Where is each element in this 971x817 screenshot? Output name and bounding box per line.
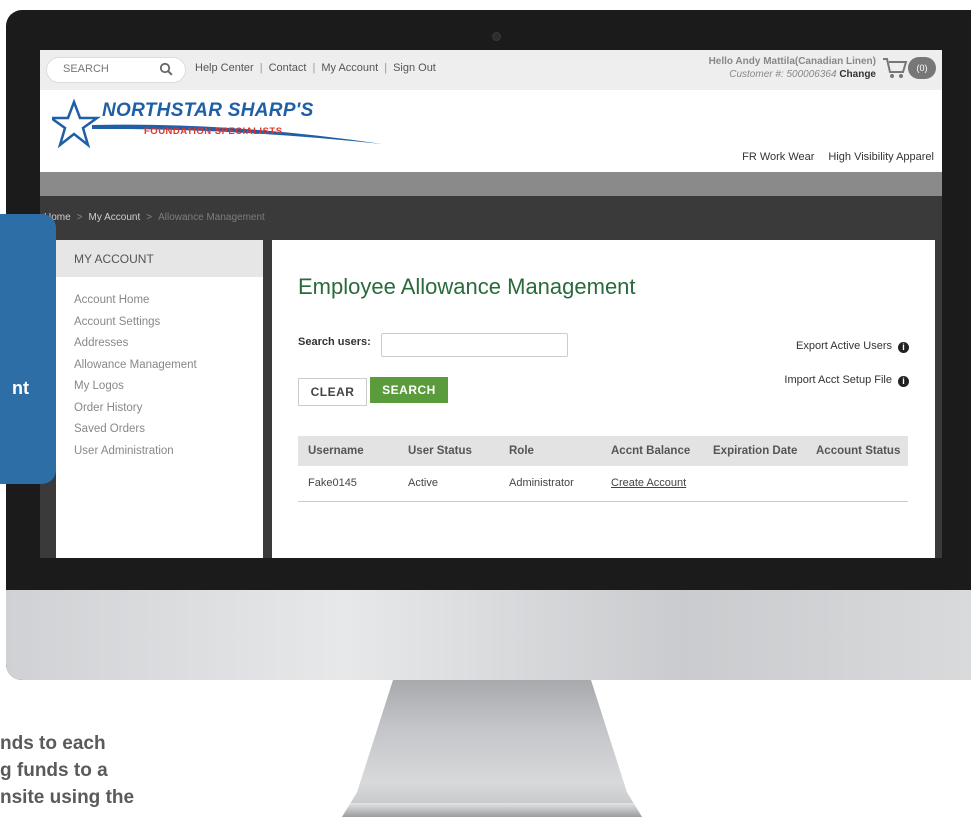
caption-text: nds to each g funds to a nsite using the: [0, 730, 134, 811]
customer-number-line: Customer #: 500006364 Change: [709, 68, 876, 81]
import-acct-setup-label[interactable]: Import Acct Setup File: [784, 374, 892, 386]
monitor-chin: [6, 590, 971, 680]
overlay-callout-panel: [0, 214, 56, 484]
change-customer-link[interactable]: Change: [839, 69, 876, 80]
export-active-users-label[interactable]: Export Active Users: [796, 340, 892, 352]
breadcrumb: Home > My Account > Allowance Management: [44, 212, 265, 223]
caption-line: nsite using the: [0, 787, 135, 808]
sidebar-title: MY ACCOUNT: [56, 240, 263, 277]
top-utility-bar: SEARCH Help Center | Contact | My Account | Si…: [40, 50, 942, 90]
customer-number: 500006364: [786, 69, 837, 80]
brand-name: NORTHSTAR SHARP'S: [102, 100, 314, 121]
link-help-center[interactable]: Help Center: [195, 62, 254, 74]
nav-fr-work-wear[interactable]: FR Work Wear: [742, 151, 814, 163]
sidebar-item-saved-orders[interactable]: Saved Orders: [74, 419, 197, 441]
col-role[interactable]: Role: [509, 445, 534, 457]
cart-count-badge[interactable]: (0): [908, 57, 936, 79]
greeting-text: Hello Andy Mattila(Canadian Linen): [708, 56, 876, 67]
sidebar-item-user-administration[interactable]: User Administration: [74, 441, 197, 463]
link-sign-out[interactable]: Sign Out: [393, 62, 436, 74]
col-accnt-balance[interactable]: Accnt Balance: [611, 445, 690, 457]
table-header: Username User Status Role Accnt Balance …: [298, 436, 908, 466]
import-acct-setup-file[interactable]: Import Acct Setup File i: [784, 374, 909, 387]
user-greeting: Hello Andy Mattila(Canadian Linen) Custo…: [709, 55, 876, 81]
top-links: Help Center | Contact | My Account | Sign Out: [195, 62, 436, 74]
search-icon[interactable]: [159, 62, 173, 76]
search-placeholder: SEARCH: [63, 63, 109, 75]
col-username[interactable]: Username: [308, 445, 364, 457]
col-user-status[interactable]: User Status: [408, 445, 472, 457]
caption-line: g funds to a: [0, 760, 108, 781]
sidebar-item-account-settings[interactable]: Account Settings: [74, 312, 197, 334]
overlay-callout-text: nt: [12, 378, 29, 398]
breadcrumb-chevron-icon: >: [146, 212, 153, 223]
monitor-stand: [342, 680, 642, 817]
brand-tagline: FOUNDATION SPECIALISTS: [144, 126, 283, 137]
breadcrumb-my-account[interactable]: My Account: [89, 212, 141, 223]
main-nav: FR Work Wear High Visibility Apparel: [728, 151, 934, 163]
link-separator: |: [259, 62, 263, 74]
breadcrumb-bar: Home > My Account > Allowance Management: [40, 196, 942, 240]
cell-username: Fake0145: [308, 477, 357, 489]
page-title: Employee Allowance Management: [298, 274, 636, 299]
info-icon[interactable]: i: [898, 376, 909, 387]
camera-dot: [492, 32, 501, 41]
sidebar-menu: Account Home Account Settings Addresses …: [74, 290, 197, 462]
nav-high-visibility-apparel[interactable]: High Visibility Apparel: [828, 151, 934, 163]
sidebar-item-order-history[interactable]: Order History: [74, 398, 197, 420]
nav-strip: [40, 172, 942, 196]
cart-icon[interactable]: [882, 56, 908, 80]
link-separator: |: [312, 62, 316, 74]
sidebar-item-allowance-management[interactable]: Allowance Management: [74, 355, 197, 377]
site-header: NORTHSTAR SHARP'S FOUNDATION SPECIALISTS…: [40, 90, 942, 172]
cell-role: Administrator: [509, 477, 574, 489]
col-expiration-date[interactable]: Expiration Date: [713, 445, 797, 457]
screen: SEARCH Help Center | Contact | My Account | Si…: [40, 50, 942, 558]
export-active-users[interactable]: Export Active Users i: [796, 340, 909, 353]
search-button[interactable]: SEARCH: [370, 377, 448, 403]
sidebar-title-text: MY ACCOUNT: [74, 252, 154, 266]
col-account-status[interactable]: Account Status: [816, 445, 900, 457]
breadcrumb-current: Allowance Management: [158, 212, 265, 223]
search-users-label: Search users:: [298, 336, 371, 348]
sidebar-item-my-logos[interactable]: My Logos: [74, 376, 197, 398]
table-row: Fake0145 Active Administrator Create Acc…: [298, 466, 908, 502]
sidebar-item-account-home[interactable]: Account Home: [74, 290, 197, 312]
link-my-account[interactable]: My Account: [321, 62, 378, 74]
account-sidebar: MY ACCOUNT Account Home Account Settings…: [56, 240, 263, 558]
link-separator: |: [384, 62, 388, 74]
caption-line: nds to each: [0, 733, 106, 754]
search-users-input[interactable]: [381, 333, 568, 357]
breadcrumb-chevron-icon: >: [76, 212, 83, 223]
cell-user-status: Active: [408, 477, 438, 489]
sidebar-item-addresses[interactable]: Addresses: [74, 333, 197, 355]
site-search-input[interactable]: SEARCH: [46, 57, 186, 83]
create-account-link[interactable]: Create Account: [611, 477, 686, 489]
clear-button[interactable]: CLEAR: [298, 378, 367, 406]
info-icon[interactable]: i: [898, 342, 909, 353]
main-content: Employee Allowance Management Search use…: [272, 240, 935, 558]
stand-base: [342, 803, 642, 817]
site-logo[interactable]: NORTHSTAR SHARP'S FOUNDATION SPECIALISTS: [52, 96, 382, 154]
link-contact[interactable]: Contact: [269, 62, 307, 74]
customer-label: Customer #:: [729, 69, 784, 80]
